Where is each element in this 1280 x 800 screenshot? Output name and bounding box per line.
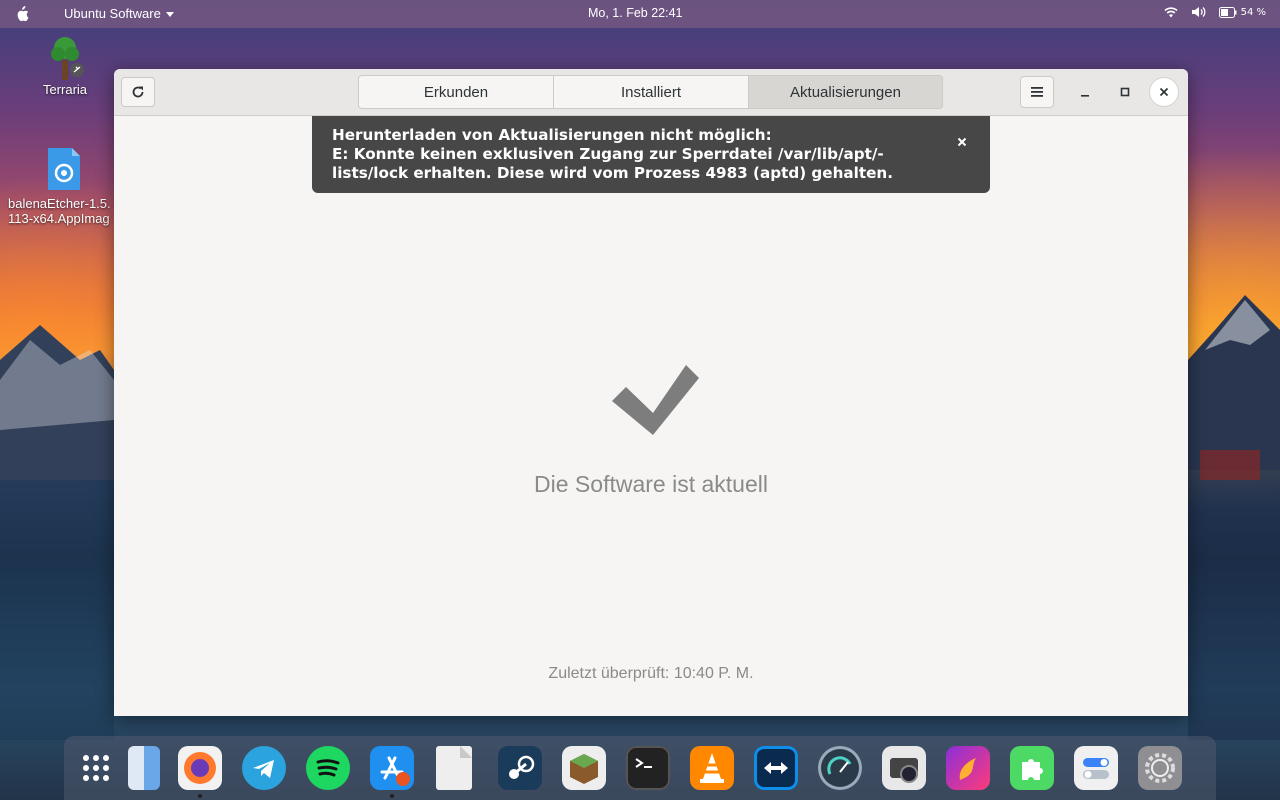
app-menu-label: Ubuntu Software bbox=[64, 6, 161, 21]
dock-item-steam[interactable] bbox=[498, 746, 542, 790]
tab-aktualisierungen[interactable]: Aktualisierungen bbox=[748, 75, 943, 109]
close-icon bbox=[1159, 87, 1169, 97]
dock-item-app-store[interactable] bbox=[370, 746, 414, 790]
steam-icon bbox=[509, 755, 535, 779]
terminal-icon bbox=[635, 758, 652, 768]
firefox-icon bbox=[184, 752, 216, 784]
maximize-button[interactable] bbox=[1111, 78, 1139, 106]
dock-item-document[interactable] bbox=[436, 746, 472, 790]
refresh-button[interactable] bbox=[121, 77, 155, 107]
vlc-cone-icon bbox=[700, 753, 724, 783]
dock-item-vlc[interactable] bbox=[690, 746, 734, 790]
wifi-icon bbox=[1164, 7, 1178, 18]
volume-icon bbox=[1191, 7, 1205, 17]
running-indicator bbox=[390, 794, 394, 798]
dock-item-minecraft[interactable] bbox=[562, 746, 606, 790]
puzzle-icon bbox=[1022, 759, 1043, 780]
hamburger-icon bbox=[1031, 87, 1043, 97]
dock-item-system-preferences[interactable] bbox=[1138, 746, 1182, 790]
maximize-icon bbox=[1120, 87, 1130, 97]
dock-item-terminal[interactable] bbox=[626, 746, 670, 790]
grass-block-icon bbox=[570, 754, 598, 784]
desktop-icon-label: Terraria bbox=[42, 82, 88, 97]
battery-icon bbox=[1218, 6, 1237, 18]
menu-button[interactable] bbox=[1020, 76, 1054, 108]
header-bar: Erkunden Installiert Aktualisierungen bbox=[114, 69, 1188, 116]
battery-percent: 54 % bbox=[1240, 6, 1266, 18]
dock-item-firefox-dev[interactable] bbox=[946, 746, 990, 790]
appimage-file-icon bbox=[48, 148, 80, 190]
desktop-icon-label-line1: balenaEtcher-1.5. bbox=[8, 196, 111, 211]
top-bar: Ubuntu Software Mo, 1. Feb 22:41 54 % bbox=[0, 0, 1280, 28]
error-notification: Herunterladen von Aktualisierungen nicht… bbox=[312, 116, 990, 193]
tab-installiert[interactable]: Installiert bbox=[553, 75, 749, 109]
ubuntu-software-window: Erkunden Installiert Aktualisierungen He… bbox=[114, 69, 1188, 716]
notification-close-icon[interactable] bbox=[954, 134, 970, 150]
refresh-icon bbox=[132, 86, 144, 98]
dock-item-tweaks[interactable] bbox=[1074, 746, 1118, 790]
running-indicator bbox=[198, 794, 202, 798]
app-grid-icon bbox=[83, 755, 109, 781]
clock[interactable]: Mo, 1. Feb 22:41 bbox=[588, 6, 683, 20]
app-store-icon bbox=[380, 756, 410, 786]
dock-item-firefox[interactable] bbox=[178, 746, 222, 790]
last-checked-text: Zuletzt überprüft: 10:40 P. M. bbox=[548, 665, 754, 682]
minimize-button[interactable] bbox=[1071, 78, 1099, 106]
app-grid-button[interactable] bbox=[74, 746, 118, 790]
document-icon bbox=[460, 746, 472, 758]
camera-icon bbox=[890, 758, 918, 783]
view-switcher: Erkunden Installiert Aktualisierungen bbox=[358, 75, 943, 109]
checkmark-icon bbox=[612, 365, 699, 435]
toggle-switches-icon bbox=[1083, 758, 1109, 779]
dock bbox=[64, 736, 1216, 800]
telegram-icon bbox=[253, 760, 274, 778]
close-button[interactable] bbox=[1150, 78, 1178, 106]
desktop-icon-terraria[interactable]: Terraria bbox=[30, 34, 100, 97]
minimize-icon bbox=[1081, 95, 1089, 97]
notification-message-line2: lists/lock erhalten. Diese wird vom Proz… bbox=[332, 164, 894, 182]
notification-message-line1: E: Konnte keinen exklusiven Zugang zur S… bbox=[332, 145, 884, 163]
dock-item-spotify[interactable] bbox=[306, 746, 350, 790]
dock-item-telegram[interactable] bbox=[242, 746, 286, 790]
tree-icon bbox=[51, 37, 84, 80]
status-message: Die Software ist aktuell bbox=[534, 471, 768, 497]
apple-icon[interactable] bbox=[15, 6, 29, 22]
stacer-gauge-icon bbox=[827, 756, 852, 775]
gear-icon bbox=[1145, 753, 1175, 783]
tab-erkunden[interactable]: Erkunden bbox=[358, 75, 554, 109]
dock-item-stacer[interactable] bbox=[818, 746, 862, 790]
desktop-icon-label-line2: 113-x64.AppImag bbox=[8, 211, 110, 226]
teamviewer-icon bbox=[764, 762, 788, 774]
app-menu[interactable]: Ubuntu Software bbox=[64, 6, 174, 21]
dock-item-screenshot[interactable] bbox=[882, 746, 926, 790]
notification-title: Herunterladen von Aktualisierungen nicht… bbox=[332, 126, 772, 144]
dock-item-teamviewer[interactable] bbox=[754, 746, 798, 790]
dock-item-extensions[interactable] bbox=[1010, 746, 1054, 790]
system-tray[interactable]: 54 % bbox=[1163, 6, 1266, 18]
firefox-dev-icon bbox=[959, 758, 976, 780]
spotify-icon bbox=[316, 759, 340, 777]
desktop-icon-balenaetcher[interactable]: balenaEtcher-1.5. 113-x64.AppImag bbox=[0, 146, 116, 226]
chevron-down-icon bbox=[165, 12, 174, 18]
dock-item-finder[interactable] bbox=[128, 746, 160, 790]
